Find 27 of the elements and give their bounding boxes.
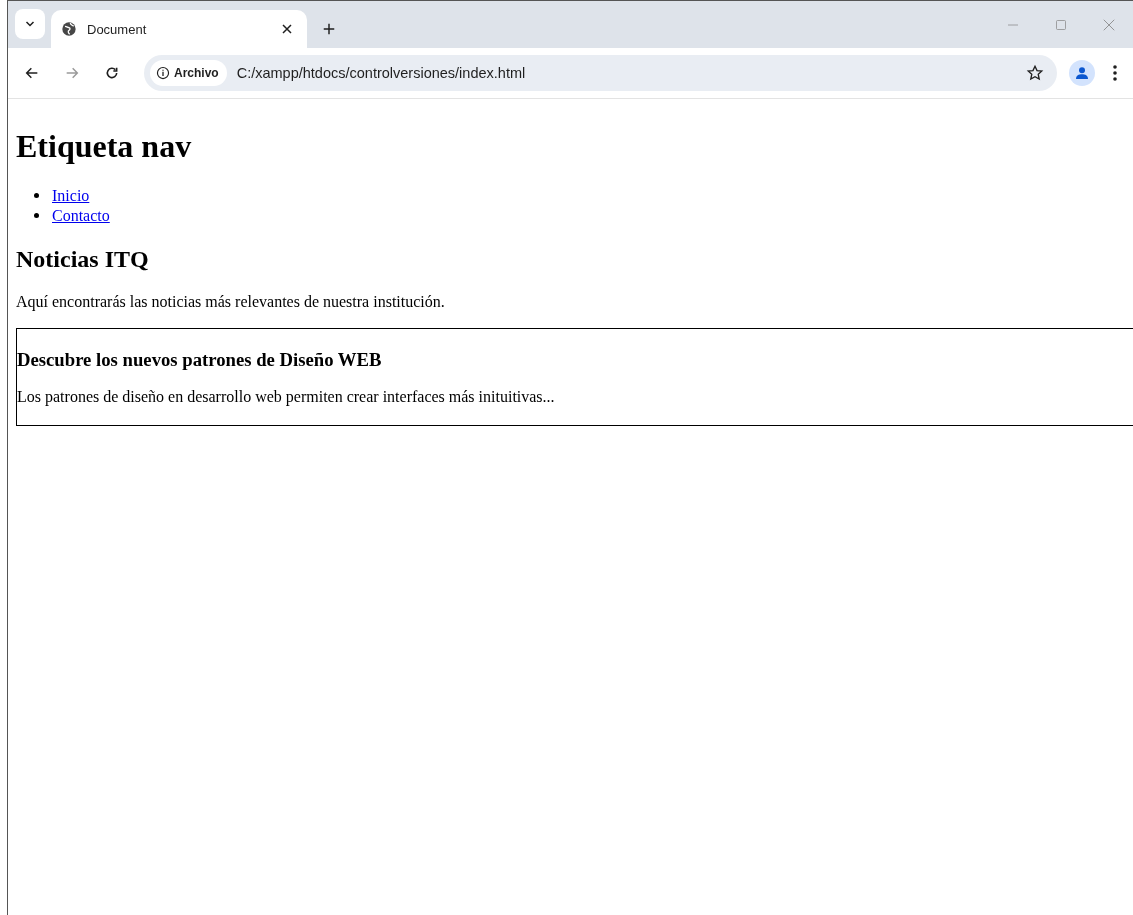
close-icon — [281, 23, 293, 35]
tab-title: Document — [87, 21, 148, 37]
back-arrow-icon — [24, 65, 40, 81]
browser-tab[interactable]: Document — [51, 10, 307, 48]
close-icon — [1102, 17, 1116, 32]
profile-avatar[interactable] — [1069, 60, 1095, 86]
person-icon — [1074, 65, 1090, 81]
globe-icon — [61, 21, 77, 37]
article-title: Descubre los nuevos patrones de Diseño WEB — [17, 348, 383, 371]
page-heading: Etiqueta nav — [16, 128, 193, 165]
article-text: Los patrones de diseño en desarrollo web permiten crear interfaces más inituitivas... — [17, 388, 556, 407]
bullet-icon — [34, 213, 39, 219]
star-icon — [1026, 64, 1044, 82]
kebab-menu-icon — [1113, 65, 1117, 81]
info-icon — [156, 66, 170, 80]
site-info-chip[interactable]: Archivo — [150, 60, 227, 86]
nav-link[interactable]: Inicio — [52, 185, 90, 206]
maximize-icon — [1055, 18, 1067, 31]
url-text: C:/xampp/htdocs/controlversiones/index.html — [236, 65, 527, 81]
intro-text: Aquí encontrarás las noticias más relevantes de nuestra institución. — [16, 293, 446, 312]
nav-link[interactable]: Contacto — [52, 205, 110, 226]
section-heading: Noticias ITQ — [16, 245, 150, 274]
plus-icon — [322, 22, 336, 36]
bullet-icon — [34, 193, 39, 199]
address-bar[interactable]: Archivo C:/xampp/htdocs/controlversiones/index.html — [144, 55, 1057, 91]
reload-icon — [104, 65, 120, 81]
forward-arrow-icon — [64, 65, 80, 81]
